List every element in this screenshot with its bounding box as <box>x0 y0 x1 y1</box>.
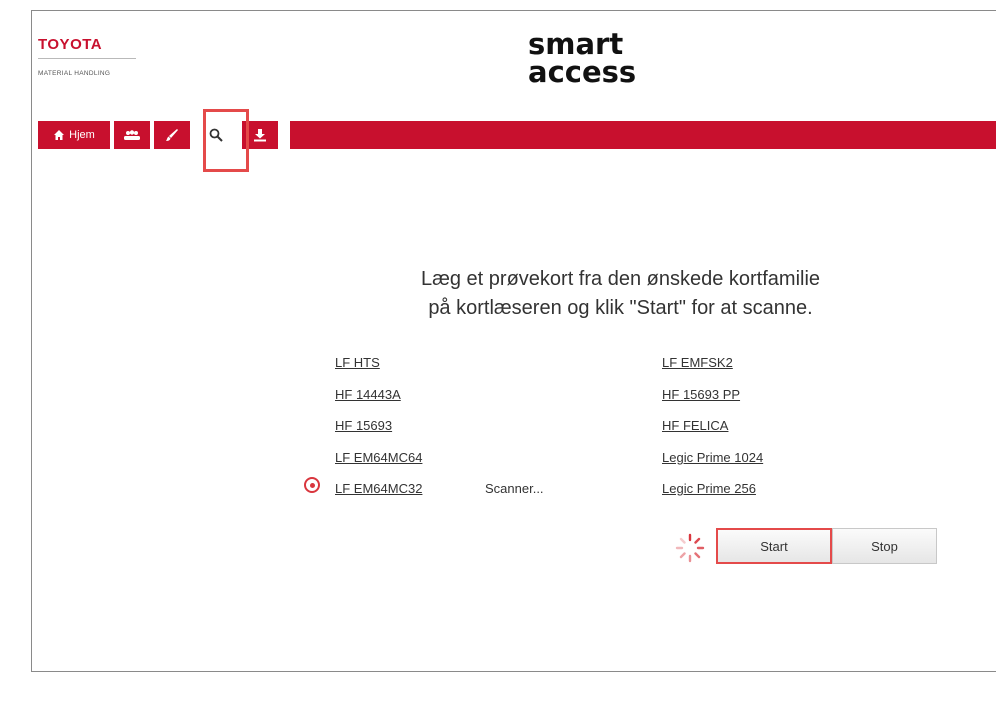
instruction-line-2: på kortlæseren og klik "Start" for at sc… <box>428 297 813 319</box>
scan-status-text: Scanner... <box>485 481 544 496</box>
scan-instruction: Læg et prøvekort fra den ønskede kortfam… <box>0 265 996 323</box>
loading-spinner-icon <box>675 533 705 563</box>
card-family-hf-felica[interactable]: HF FELICA <box>662 418 728 433</box>
app-frame <box>31 10 996 672</box>
users-icon <box>123 129 141 141</box>
app-title-line1: smart <box>528 27 624 61</box>
nav-home-button[interactable]: Hjem <box>38 121 110 149</box>
search-highlight-frame <box>203 109 249 172</box>
start-button[interactable]: Start <box>716 528 832 564</box>
nav-brush-button[interactable] <box>154 121 190 149</box>
scanning-indicator-icon <box>304 477 320 493</box>
card-family-lf-em64mc32[interactable]: LF EM64MC32 <box>335 481 422 496</box>
toyota-logo: TOYOTA <box>38 36 103 53</box>
download-icon <box>253 128 267 142</box>
logo-subtitle: MATERIAL HANDLING <box>38 70 111 77</box>
brush-icon <box>165 128 179 142</box>
card-family-lf-em64mc64[interactable]: LF EM64MC64 <box>335 450 422 465</box>
home-icon <box>53 129 65 141</box>
logo-divider <box>38 58 136 59</box>
card-family-hf-15693[interactable]: HF 15693 <box>335 418 392 433</box>
app-title: smart access <box>528 27 708 89</box>
stop-button[interactable]: Stop <box>832 528 937 564</box>
card-family-lf-hts[interactable]: LF HTS <box>335 355 380 370</box>
card-family-hf-15693-pp[interactable]: HF 15693 PP <box>662 387 740 402</box>
nav-bar-fill <box>290 121 996 149</box>
card-family-hf-14443a[interactable]: HF 14443A <box>335 387 401 402</box>
app-title-line2: access <box>528 55 637 89</box>
instruction-line-1: Læg et prøvekort fra den ønskede kortfam… <box>420 268 821 290</box>
card-family-lf-emfsk2[interactable]: LF EMFSK2 <box>662 355 733 370</box>
card-family-legic-prime-1024[interactable]: Legic Prime 1024 <box>662 450 763 465</box>
nav-home-label: Hjem <box>69 129 95 141</box>
card-family-legic-prime-256[interactable]: Legic Prime 256 <box>662 481 756 496</box>
nav-users-button[interactable] <box>114 121 150 149</box>
